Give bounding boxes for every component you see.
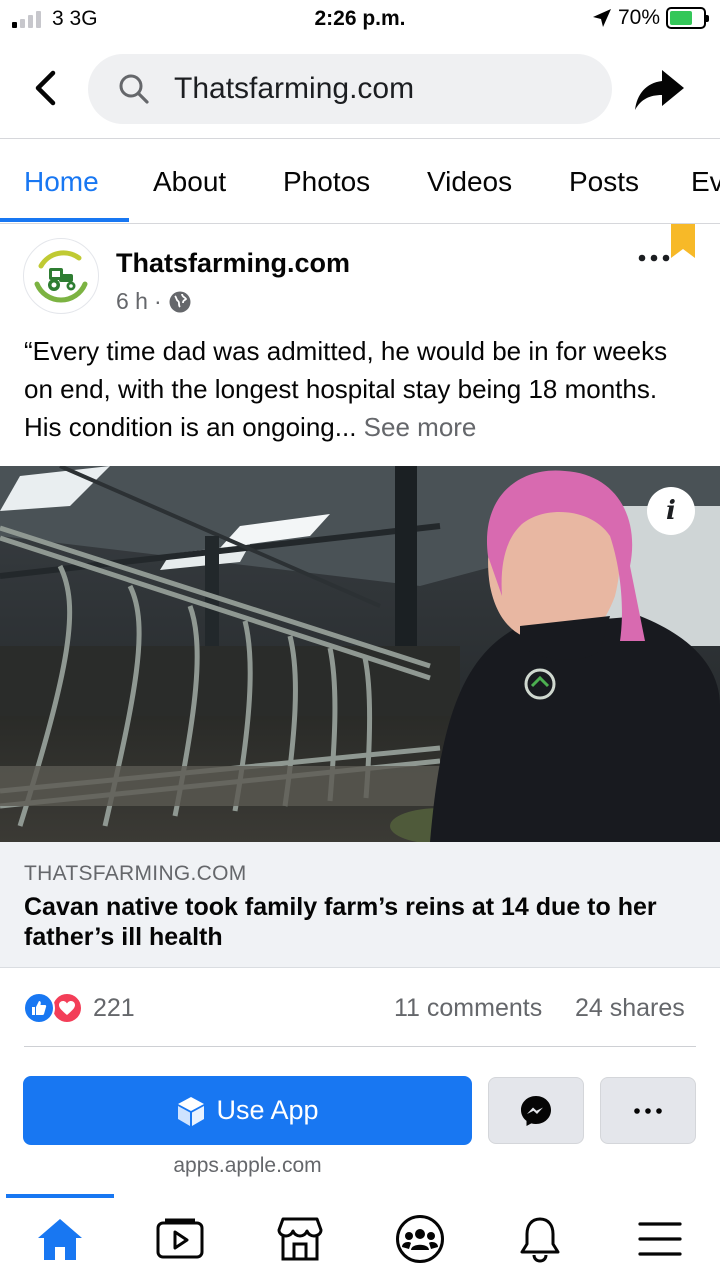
more-horizontal-icon [638, 254, 670, 262]
post-body: “Every time dad was admitted, he would b… [24, 332, 700, 446]
reaction-icons[interactable] [23, 992, 83, 1024]
shares-count[interactable]: 24 shares [575, 994, 685, 1023]
post-photo[interactable] [0, 466, 720, 842]
back-button[interactable] [28, 68, 64, 108]
tab-photos[interactable]: Photos [283, 166, 370, 198]
reactions-divider [24, 1046, 696, 1047]
tab-posts[interactable]: Posts [569, 166, 639, 198]
page-tabs: Home About Photos Videos Posts Ev [0, 140, 720, 224]
info-icon[interactable]: i [647, 487, 695, 535]
nav-notifications[interactable] [480, 1214, 600, 1264]
groups-icon [396, 1215, 444, 1263]
comments-count[interactable]: 11 comments [394, 994, 542, 1023]
menu-icon [638, 1222, 682, 1256]
more-horizontal-icon [634, 1107, 662, 1114]
bookmark-icon [671, 224, 695, 258]
share-button[interactable] [632, 66, 686, 114]
active-nav-indicator [6, 1194, 114, 1198]
watch-icon [156, 1218, 204, 1259]
marketplace-icon [277, 1217, 323, 1261]
search-value: Thatsfarming.com [174, 72, 415, 105]
cube-icon [178, 1096, 205, 1126]
messenger-icon [521, 1095, 551, 1126]
nav-watch[interactable] [120, 1214, 240, 1264]
link-preview[interactable]: THATSFARMING.COM Cavan native took famil… [0, 842, 720, 968]
see-more-link[interactable]: See more [364, 412, 477, 442]
nav-menu[interactable] [600, 1214, 720, 1264]
meta-separator: · [153, 288, 162, 314]
notifications-icon [520, 1217, 560, 1263]
barn-photo [0, 466, 720, 842]
home-icon [38, 1219, 82, 1260]
post-text: “Every time dad was admitted, he would b… [24, 336, 668, 442]
post-author[interactable]: Thatsfarming.com [116, 248, 350, 279]
more-options-button[interactable] [600, 1077, 696, 1144]
active-tab-indicator [0, 218, 129, 222]
messenger-button[interactable] [488, 1077, 584, 1144]
header-divider [0, 138, 720, 139]
use-app-button[interactable]: Use App [23, 1076, 472, 1145]
love-icon [51, 992, 83, 1024]
chevron-left-icon [35, 70, 56, 106]
reaction-count[interactable]: 221 [93, 994, 135, 1023]
tab-videos[interactable]: Videos [427, 166, 512, 198]
reactions-bar: 221 11 comments 24 shares [0, 986, 720, 1032]
search-icon [118, 72, 152, 106]
battery-percent: 70% [617, 6, 660, 29]
tab-events[interactable]: Ev [691, 166, 720, 198]
share-arrow-icon [635, 70, 684, 110]
avatar[interactable] [23, 238, 99, 314]
post-options-button[interactable] [636, 246, 672, 270]
post-time[interactable]: 6 h [116, 288, 148, 315]
nav-marketplace[interactable] [240, 1214, 360, 1264]
post-meta: 6 h · [116, 288, 192, 315]
tab-about[interactable]: About [153, 166, 226, 198]
nav-home[interactable] [0, 1214, 120, 1264]
tab-home[interactable]: Home [24, 166, 99, 198]
like-icon [23, 992, 55, 1024]
app-store-domain: apps.apple.com [173, 1154, 322, 1177]
nav-groups[interactable] [360, 1214, 480, 1264]
link-title: Cavan native took family farm’s reins at… [24, 893, 657, 951]
search-input[interactable]: Thatsfarming.com [88, 54, 612, 124]
tractor-logo-icon [34, 250, 88, 303]
battery-icon [666, 7, 709, 29]
use-app-label: Use App [216, 1095, 319, 1125]
link-domain: THATSFARMING.COM [24, 862, 247, 885]
bottom-nav [0, 1194, 720, 1280]
location-arrow-icon [592, 9, 611, 27]
globe-icon [169, 291, 191, 312]
status-bar: 3 3G 2:26 p.m. 70% [0, 0, 720, 40]
page-header: Thatsfarming.com [0, 52, 720, 126]
post-header: Thatsfarming.com 6 h · [0, 224, 720, 326]
